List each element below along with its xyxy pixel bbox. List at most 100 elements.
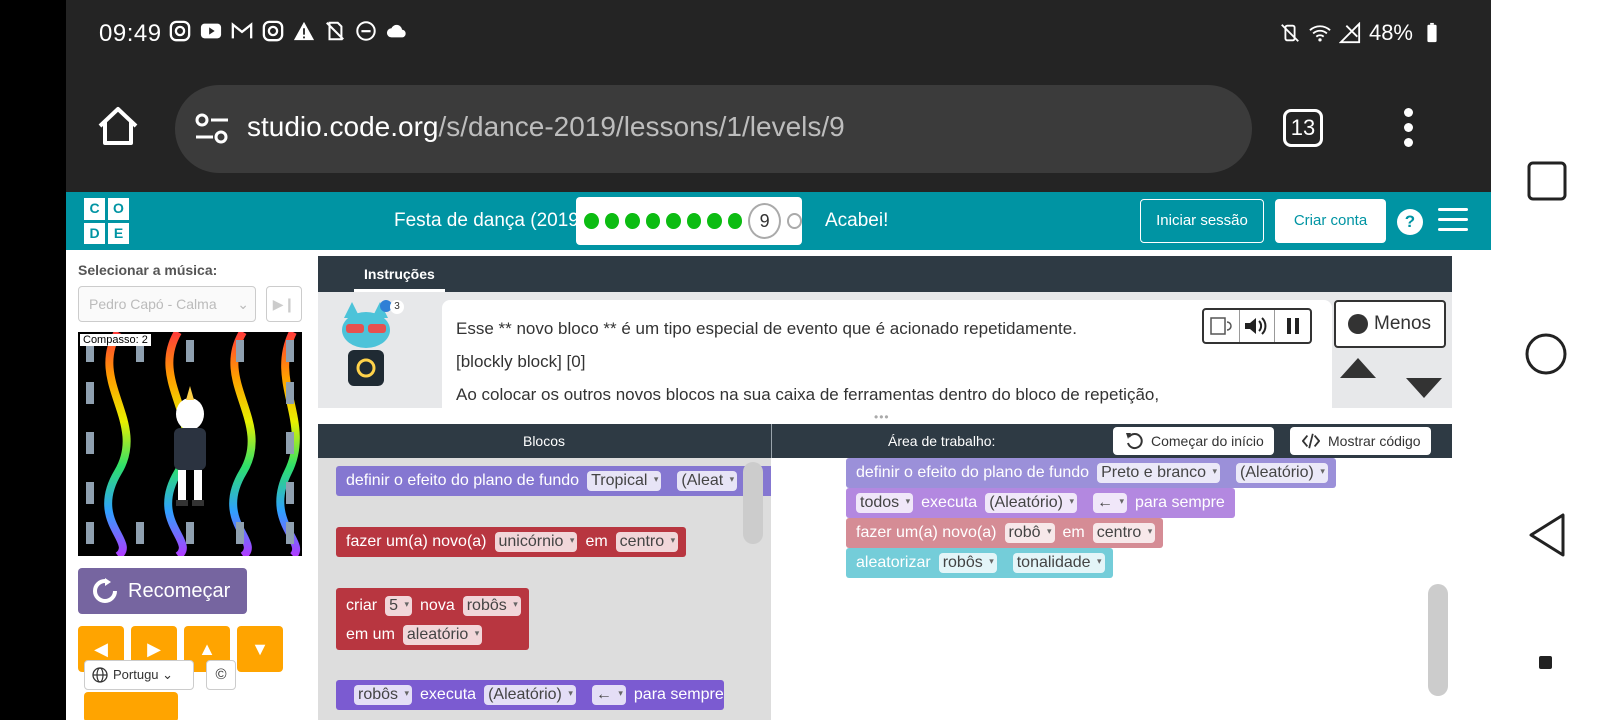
phone-screen: 09:49 48% studio.code.org/s/dance-2019/l… — [66, 0, 1491, 720]
youtube-icon — [200, 23, 222, 39]
chevron-down-icon: ⌄ — [237, 296, 249, 312]
block-set-background-effect[interactable]: definir o efeito do plano de fundo Preto… — [846, 458, 1336, 488]
level-dot-completed[interactable] — [604, 213, 620, 229]
toolbox-title: Blocos — [522, 433, 566, 449]
block-dancers-do-forever[interactable]: todos executa (Aleatório) ← para sempre — [846, 488, 1235, 518]
back-icon[interactable] — [1527, 512, 1567, 558]
instructions-panel: 3 Esse ** novo bloco ** é um tipo especi… — [318, 292, 1452, 408]
play-pause-button[interactable]: ▶❙ — [266, 286, 302, 322]
battery-icon — [1427, 22, 1437, 43]
block-set-background-effect[interactable]: definir o efeito do plano de fundo Tropi… — [336, 466, 771, 496]
direction-dropdown[interactable]: ← — [1093, 493, 1127, 513]
palette-dropdown[interactable]: (Aleatório) — [1236, 463, 1328, 483]
layout-dropdown[interactable]: aleatório — [402, 624, 483, 645]
dance-visualization — [86, 332, 301, 556]
pause-icon[interactable] — [1275, 310, 1310, 342]
workspace[interactable]: definir o efeito do plano de fundo Preto… — [772, 458, 1452, 720]
instruction-line: Esse ** novo bloco ** é um tipo especial… — [456, 319, 1077, 338]
level-dot-unattempted[interactable] — [787, 213, 803, 229]
tab-instructions[interactable]: Instruções — [354, 256, 445, 292]
vibrate-icon — [1281, 24, 1299, 42]
browser-menu-button[interactable] — [1398, 108, 1418, 148]
group-dropdown[interactable]: robôs — [354, 685, 413, 705]
divider — [771, 424, 772, 458]
login-button[interactable]: Iniciar sessão — [1140, 199, 1264, 243]
speaker-icon[interactable] — [1240, 310, 1276, 342]
recents-icon[interactable] — [1526, 160, 1568, 202]
site-settings-icon[interactable] — [194, 113, 230, 145]
level-dot-completed[interactable] — [666, 213, 681, 229]
show-code-button[interactable]: Mostrar código — [1290, 427, 1431, 455]
collapse-instructions-button[interactable]: Menos — [1334, 300, 1446, 348]
block-dancers-do-forever[interactable]: robôs executa (Aleatório) ← para sempre — [336, 680, 724, 710]
address-bar[interactable]: studio.code.org/s/dance-2019/lessons/1/l… — [175, 85, 1252, 173]
count-dropdown[interactable]: 5 — [385, 595, 413, 616]
block-randomize-group[interactable]: aleatorizar robôs tonalidade — [846, 548, 1113, 578]
level-dot-completed[interactable] — [707, 213, 722, 229]
dancer-dropdown[interactable]: robô — [1004, 523, 1055, 543]
group-dropdown[interactable]: robôs — [938, 553, 997, 573]
location-dropdown[interactable]: centro — [615, 532, 679, 552]
scroll-up-icon[interactable] — [1340, 358, 1376, 378]
create-account-button[interactable]: Criar conta — [1275, 199, 1386, 243]
undo-icon — [1126, 433, 1143, 450]
move-dropdown[interactable]: (Aleatório) — [985, 493, 1077, 513]
notification-icons — [169, 20, 408, 42]
url-text[interactable]: studio.code.org/s/dance-2019/lessons/1/l… — [247, 111, 845, 143]
block-make-new-dancer[interactable]: fazer um(a) novo(a) unicórnio em centro — [336, 527, 687, 557]
block-make-new-dancer[interactable]: fazer um(a) novo(a) robô em centro — [846, 518, 1164, 548]
palette-dropdown[interactable]: (Aleat — [677, 471, 738, 491]
music-select[interactable]: Pedro Capó - Calma ⌄ — [78, 286, 256, 322]
level-dot-completed[interactable] — [625, 213, 640, 229]
toolbox-scrollbar[interactable] — [743, 462, 763, 544]
level-dot-completed[interactable] — [727, 213, 743, 229]
status-bar: 09:49 48% — [66, 14, 1491, 54]
toolbox[interactable]: definir o efeito do plano de fundo Tropi… — [318, 458, 771, 720]
workspace-scrollbar[interactable] — [1428, 584, 1448, 696]
gmail-icon — [231, 22, 253, 39]
scroll-down-icon[interactable] — [1406, 378, 1442, 398]
workspace-header: Blocos Área de trabalho: Começar do iníc… — [318, 424, 1452, 458]
language-select[interactable]: Portugu ⌄ — [84, 660, 194, 690]
effect-dropdown[interactable]: Preto e branco — [1097, 463, 1221, 483]
hamburger-menu-icon[interactable] — [1438, 208, 1468, 232]
home-nav-icon[interactable] — [1524, 332, 1568, 376]
effect-dropdown[interactable]: Tropical — [587, 471, 662, 491]
restart-button[interactable]: Recomeçar — [78, 568, 247, 614]
group-dropdown[interactable]: todos — [856, 493, 914, 513]
dnd-icon — [356, 21, 376, 41]
refresh-icon — [93, 578, 117, 603]
read-aloud-icon[interactable] — [1204, 310, 1240, 342]
tab-switcher-button[interactable]: 13 — [1283, 109, 1323, 147]
stop-icon[interactable] — [1539, 656, 1552, 669]
help-icon[interactable]: ? — [1397, 209, 1423, 235]
block-create-group[interactable]: criar 5 nova robôs em um aleatório — [336, 588, 529, 650]
home-button[interactable] — [96, 104, 140, 148]
visualization-column: Selecionar a música: Pedro Capó - Calma ⌄… — [66, 250, 316, 720]
move-dropdown[interactable]: (Aleatório) — [484, 685, 576, 705]
url-domain: studio.code.org — [247, 111, 439, 142]
code-icon — [1302, 433, 1320, 449]
level-dot-completed[interactable] — [686, 213, 702, 229]
location-dropdown[interactable]: centro — [1092, 523, 1156, 543]
lesson-title[interactable]: Festa de dança (2019) — [394, 210, 585, 232]
android-nav-bar — [1491, 0, 1600, 720]
start-over-button[interactable]: Começar do início — [1113, 427, 1274, 455]
dance-stage: Compasso: 2 — [78, 332, 302, 556]
finish-link[interactable]: Acabei! — [825, 210, 888, 232]
dancer-dropdown[interactable]: unicórnio — [494, 532, 578, 552]
level-dot-completed[interactable] — [645, 213, 661, 229]
resize-handle[interactable]: ••• — [874, 410, 890, 424]
hint-count-badge[interactable]: 3 — [390, 300, 404, 314]
group-dancer-dropdown[interactable]: robôs — [462, 595, 521, 616]
level-dot-completed[interactable] — [584, 213, 599, 229]
property-dropdown[interactable]: tonalidade — [1012, 553, 1105, 573]
signal-icon — [1338, 22, 1361, 44]
arrow-down-button[interactable]: ▼ — [237, 626, 283, 672]
footer-button[interactable] — [84, 692, 178, 720]
code-logo[interactable]: C O D E — [84, 198, 132, 244]
copyright-button[interactable]: © — [206, 660, 236, 690]
cat-avatar[interactable] — [338, 300, 394, 392]
level-dot-current[interactable]: 9 — [748, 203, 782, 239]
direction-dropdown[interactable]: ← — [591, 685, 626, 705]
